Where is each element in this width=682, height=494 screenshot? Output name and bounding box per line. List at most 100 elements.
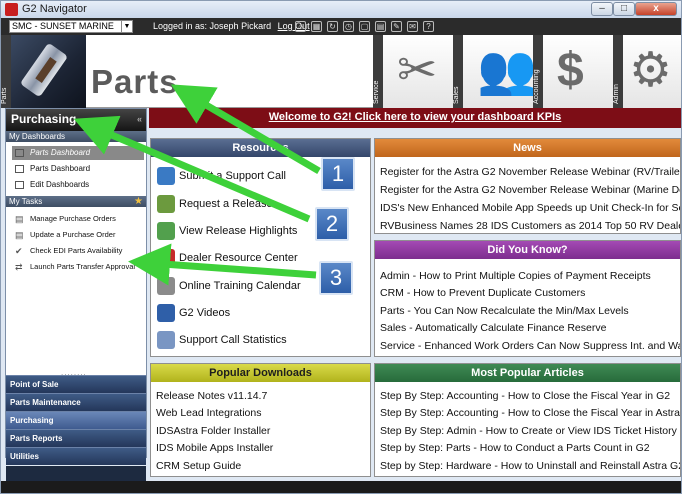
service-module[interactable]: ✂ [383,35,453,108]
title-bar: G2 Navigator – □ x [1,1,681,18]
task-label: Manage Purchase Orders [30,214,116,223]
task-label: Update a Purchase Order [30,230,116,239]
task-launch-transfer-approval[interactable]: ⇄ Launch Parts Transfer Approval [12,260,144,274]
dashboard-icon [15,181,24,189]
module-header: Parts Parts Service ✂ Sales 👥 Accounting… [1,35,681,108]
status-bar [1,481,681,493]
callout-2: 2 [315,207,349,241]
article-item[interactable]: Step By Step: Accounting - How to Close … [380,407,680,419]
task-check-edi[interactable]: ✔ Check EDI Parts Availability [12,244,144,258]
kpi-banner[interactable]: Welcome to G2! Click here to view your d… [149,108,681,128]
download-item[interactable]: IDS Mobile Apps Installer [156,442,273,454]
mail-icon[interactable]: ✉ [407,21,418,32]
dollar-icon: $ [557,44,584,97]
calculator-icon[interactable]: ▦ [311,21,322,32]
sidebar-title-text: Purchasing [11,112,77,126]
my-tasks-header: My Tasks ★ [6,196,146,207]
resource-training-calendar[interactable]: Online Training Calendar [179,280,301,292]
sidebar: Purchasing « My Dashboards Parts Dashboa… [5,108,147,481]
news-item[interactable]: RVBusiness Names 28 IDS Customers as 201… [380,220,680,232]
sidebar-item-label: Parts Dashboard [30,164,91,173]
sidebar-item-parts-dashboard[interactable]: Parts Dashboard [12,146,144,160]
calendar-icon [157,277,175,295]
sidebar-item-edit-dashboards[interactable]: Edit Dashboards [12,178,144,192]
check-icon: ✔ [15,246,23,256]
resource-submit-support-call[interactable]: Submit a Support Call [179,170,286,182]
clock-icon[interactable]: ◷ [343,21,354,32]
nav-point-of-sale[interactable]: Point of Sale [6,375,146,393]
nav-utilities[interactable]: Utilities [6,447,146,465]
refresh-icon[interactable]: ↻ [327,21,338,32]
document-icon: ▤ [15,214,24,224]
popular-articles-panel: Most Popular Articles Step By Step: Acco… [374,363,681,477]
task-update-purchase-order[interactable]: ▤ Update a Purchase Order [12,228,144,242]
resource-request-release[interactable]: Request a Release [179,198,273,210]
news-panel: News Register for the Astra G2 November … [374,138,681,234]
article-item[interactable]: Step by Step: Hardware - How to Uninstal… [380,460,680,472]
news-header: News [375,139,680,157]
resources-header: Resources [151,139,370,157]
download-item[interactable]: Web Lead Integrations [156,407,261,419]
article-item[interactable]: Step By Step: Accounting - How to Close … [380,390,670,402]
nav-purchasing[interactable]: Purchasing [6,411,146,429]
dashboard-icon [15,149,24,157]
sidebar-title: Purchasing « [6,109,146,131]
tab-admin[interactable]: Admin [613,35,623,108]
store-select[interactable]: SMC - SUNSET MARINE ▼ [9,20,133,33]
resource-support-stats[interactable]: Support Call Statistics [179,334,287,346]
download-item[interactable]: IDSAstra Folder Installer [156,425,270,437]
tab-accounting[interactable]: Accounting [533,35,543,108]
person-icon [157,167,175,185]
article-item[interactable]: Step By Step: Admin - How to Create or V… [380,425,677,437]
download-item[interactable]: Release Notes v11.14.7 [156,390,267,402]
edit-icon[interactable]: ✎ [391,21,402,32]
news-item[interactable]: Register for the Astra G2 November Relea… [380,166,680,178]
help-icon[interactable]: ? [423,21,434,32]
tab-service[interactable]: Service [373,35,383,108]
document-icon: ▤ [15,230,24,240]
callout-3: 3 [319,261,353,295]
sidebar-item-parts-dashboard-2[interactable]: Parts Dashboard [12,162,144,176]
sales-module[interactable]: 👥 [463,35,537,108]
maximize-button[interactable]: □ [613,2,635,16]
nav-parts-maintenance[interactable]: Parts Maintenance [6,393,146,411]
tip-item[interactable]: Sales - Automatically Calculate Finance … [380,322,606,334]
news-item[interactable]: IDS's New Enhanced Mobile App Speeds up … [380,202,680,214]
window-icon[interactable]: ▢ [359,21,370,32]
sidebar-footer [6,466,146,481]
kpi-banner-link[interactable]: Welcome to G2! Click here to view your d… [149,111,681,123]
resource-dealer-center[interactable]: Dealer Resource Center [179,252,298,264]
download-item[interactable]: CRM Setup Guide [156,460,241,472]
did-you-know-header: Did You Know? [375,241,680,259]
star-icon[interactable]: ★ [134,196,143,207]
spark-plug-icon [11,35,86,108]
resource-release-highlights[interactable]: View Release Highlights [179,225,297,237]
tip-item[interactable]: CRM - How to Prevent Duplicate Customers [380,287,585,299]
toolbar: SMC - SUNSET MARINE ▼ Logged in as: Jose… [1,18,681,35]
collapse-icon[interactable]: « [137,114,142,124]
close-button[interactable]: x [635,2,677,16]
task-manage-purchase-orders[interactable]: ▤ Manage Purchase Orders [12,212,144,226]
nav-parts-reports[interactable]: Parts Reports [6,429,146,447]
accounting-module[interactable]: $ [543,35,613,108]
news-item[interactable]: Register for the Astra G2 November Relea… [380,184,680,196]
admin-module[interactable]: ⚙ [623,35,681,108]
sidebar-item-label: Parts Dashboard [30,148,91,157]
gear-icon: ⚙ [629,44,673,97]
sidebar-item-label: Edit Dashboards [30,180,90,189]
tip-item[interactable]: Admin - How to Print Multiple Copies of … [380,270,651,282]
minimize-button[interactable]: – [591,2,613,16]
home-icon[interactable]: ⌂ [295,21,306,32]
print-icon[interactable]: ▤ [375,21,386,32]
tip-item[interactable]: Service - Enhanced Work Orders Can Now S… [380,340,680,352]
store-select-value: SMC - SUNSET MARINE [12,21,114,31]
article-item[interactable]: Step by Step: Parts - How to Conduct a P… [380,442,650,454]
tab-sales[interactable]: Sales [453,35,463,108]
callout-1: 1 [321,157,355,191]
tip-item[interactable]: Parts - You Can Now Recalculate the Min/… [380,305,629,317]
app-logo-icon [5,3,18,16]
popular-downloads-panel: Popular Downloads Release Notes v11.14.7… [150,363,371,477]
user-info: Logged in as: Joseph Pickard Log Out [153,21,310,31]
resource-g2-videos[interactable]: G2 Videos [179,307,230,319]
tab-parts[interactable]: Parts [1,35,11,108]
